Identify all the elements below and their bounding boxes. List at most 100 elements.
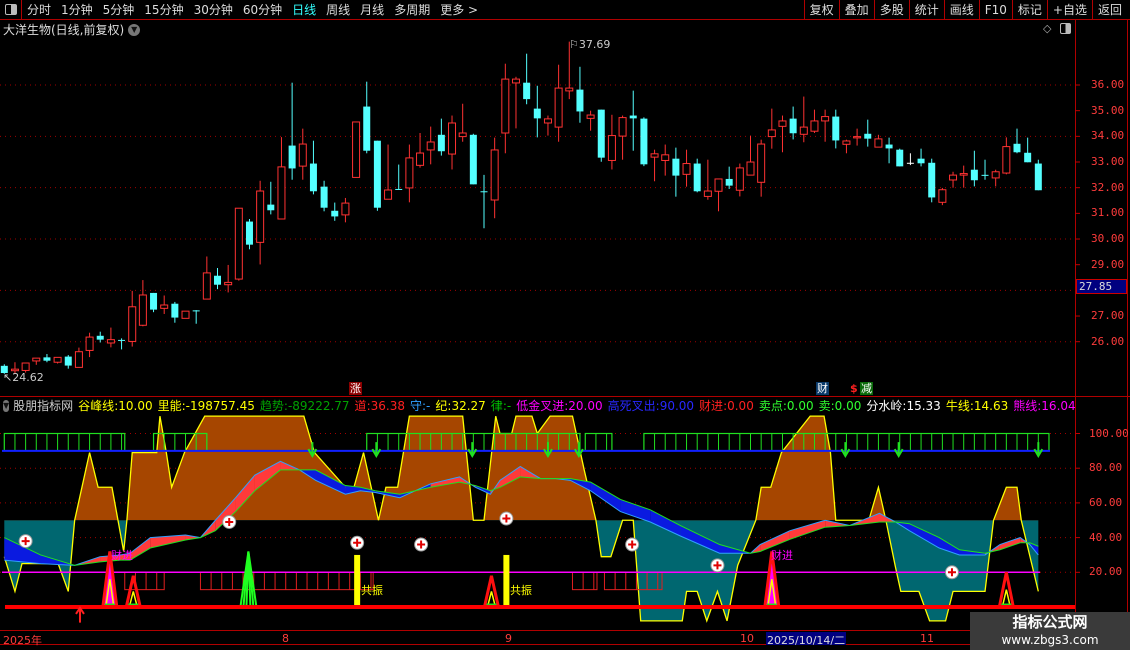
candle-body (511, 78, 520, 84)
candle (682, 149, 691, 187)
candle-body (214, 275, 221, 285)
jian-marker[interactable]: 减 (860, 382, 873, 395)
cai-marker[interactable]: 财 (816, 382, 829, 395)
candle (853, 128, 862, 146)
candle-body (245, 221, 253, 245)
indicator-number: 14.63 (973, 399, 1009, 413)
candle-body (171, 303, 179, 318)
candle-body (810, 120, 819, 132)
price-tick-label: 27.00 (1091, 309, 1125, 323)
plus-circle-icon (710, 558, 725, 573)
candle (618, 115, 627, 160)
candle (405, 144, 414, 203)
candle (607, 114, 616, 170)
green-signal-box (3, 432, 126, 452)
kline-chart[interactable] (0, 0, 1130, 650)
candle (118, 338, 126, 350)
candle-body (842, 140, 851, 145)
candle-body (118, 339, 126, 341)
candle (725, 166, 733, 189)
indicator-value: 卖:0.00 (819, 398, 862, 413)
candle (864, 119, 872, 147)
candle (938, 187, 947, 206)
low-price-value: 24.62 (12, 371, 44, 384)
candle-body (618, 117, 627, 137)
candle-body (448, 122, 457, 155)
zhang-marker[interactable]: 涨 (349, 382, 362, 395)
indicator-number: 16.04 (1041, 399, 1075, 413)
candle-body (928, 162, 936, 198)
green-down-arrow-icon (893, 442, 904, 459)
candle (981, 159, 989, 180)
green-signal-box (584, 432, 613, 452)
candle (256, 180, 265, 265)
plus-circle-icon (350, 535, 365, 550)
candle-body (906, 162, 914, 164)
date-label: 8 (282, 632, 289, 645)
indicator-value: 财进:0.00 (699, 398, 754, 413)
candle-body (735, 167, 744, 191)
candle (703, 159, 712, 200)
candle-body (150, 292, 158, 310)
indicator-name[interactable]: 股朋指标网 (13, 398, 73, 413)
candle (746, 135, 755, 176)
candle-body (767, 129, 776, 138)
candle (511, 76, 520, 129)
candle (214, 268, 221, 290)
indicator-value: 律:- (491, 398, 511, 413)
candle-body (703, 190, 712, 197)
candle-body (821, 116, 830, 122)
candle (363, 81, 371, 154)
candle (352, 121, 361, 178)
candle-body (757, 143, 766, 183)
candle (906, 153, 914, 166)
candle (810, 109, 819, 134)
chevron-down-icon[interactable]: ▼ (3, 399, 10, 412)
indicator-key: 道 (354, 399, 367, 413)
candle (469, 133, 477, 185)
green-down-arrow-icon (1033, 442, 1044, 459)
candle (629, 90, 637, 151)
candle (842, 139, 851, 154)
indicator-key: 卖 (818, 399, 831, 413)
candle-body (832, 116, 840, 141)
candle-body (74, 351, 83, 368)
indicator-value: 谷峰线:10.00 (78, 398, 152, 413)
candle-body (426, 141, 435, 151)
indicator-key: 高死叉出 (607, 399, 656, 413)
plus-circle-icon (944, 565, 959, 580)
caijin-label: 财进 (771, 549, 793, 562)
indicator-number: 0.00 (786, 399, 814, 413)
red-spike (124, 575, 143, 609)
candle (586, 110, 595, 131)
candle-body (714, 178, 723, 192)
candle (277, 137, 286, 220)
indicator-plot (2, 415, 1075, 623)
indicator-tick-label: 20.00 (1089, 565, 1123, 579)
indicator-key: 财进 (699, 399, 724, 413)
dollar-marker[interactable]: $ (849, 382, 859, 395)
candle-body (672, 158, 680, 176)
indicator-key: 卖点 (758, 399, 783, 413)
candle-body (405, 157, 414, 189)
candle (789, 106, 797, 140)
candle-body (523, 82, 531, 100)
candle-body (938, 189, 947, 203)
indicator-key: 守 (409, 399, 422, 413)
date-label: 2025年 (3, 634, 42, 647)
candle (373, 140, 381, 211)
gongzhen-label: 共振 (361, 584, 383, 597)
candle (799, 96, 808, 143)
price-tick-label: 35.00 (1091, 103, 1125, 117)
candle-body (597, 109, 605, 158)
indicator-value: 高死叉出:90.00 (608, 398, 694, 413)
indicator-key: 纪 (435, 399, 448, 413)
cursor-date-label: 2025/10/14/二 (766, 632, 847, 647)
candle-body (320, 186, 328, 208)
candle (331, 202, 339, 221)
candle-body (234, 207, 243, 280)
green-box-outline (3, 432, 126, 452)
candle (150, 292, 158, 313)
candle-body (480, 191, 488, 193)
candle-body (693, 163, 701, 192)
